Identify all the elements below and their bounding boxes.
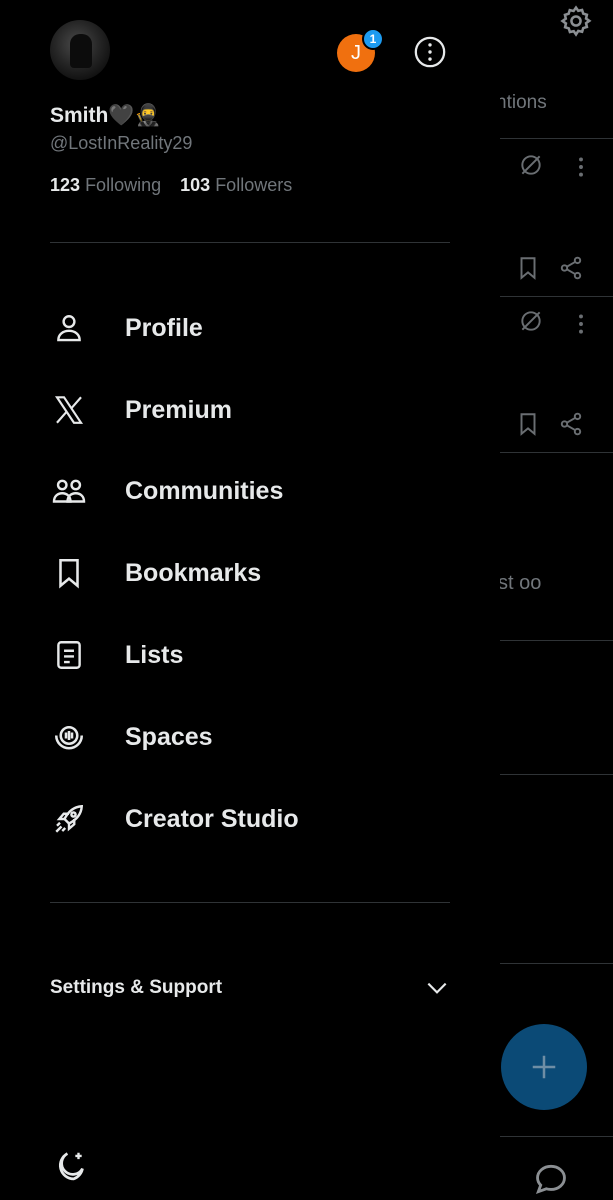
communities-icon — [50, 472, 88, 510]
following-count: 123 — [50, 175, 81, 195]
messages-icon[interactable] — [532, 1160, 570, 1198]
post-snippet: st oo — [498, 572, 542, 594]
menu-item-label: Profile — [125, 313, 203, 342]
profile-handle: @LostInReality29 — [50, 133, 193, 153]
hide-icon[interactable] — [518, 308, 544, 334]
menu-item-profile[interactable]: Profile — [50, 296, 470, 360]
follow-stats: 123 Following 103 Followers — [50, 175, 306, 196]
divider — [50, 242, 450, 243]
notification-badge: 1 — [362, 28, 384, 50]
divider — [500, 640, 613, 641]
menu-item-spaces[interactable]: Spaces — [50, 705, 470, 769]
dark-mode-icon[interactable] — [50, 1148, 88, 1186]
divider — [50, 902, 450, 903]
compose-button[interactable] — [501, 1024, 587, 1110]
settings-support-toggle[interactable]: Settings & Support — [50, 968, 450, 1008]
rocket-icon — [50, 800, 88, 838]
x-logo-icon — [50, 391, 88, 429]
divider — [500, 138, 613, 139]
profile-name[interactable]: Smith🖤🥷 — [50, 104, 161, 128]
menu-item-bookmarks[interactable]: Bookmarks — [50, 541, 470, 605]
menu-item-premium[interactable]: Premium — [50, 378, 470, 442]
followers-link[interactable]: 103 Followers — [180, 175, 306, 195]
person-icon — [50, 309, 88, 347]
more-vertical-icon[interactable] — [568, 311, 594, 337]
divider — [500, 1136, 613, 1137]
following-label: Following — [85, 175, 162, 195]
share-icon[interactable] — [558, 255, 584, 281]
divider — [500, 963, 613, 964]
account-initial: J — [351, 41, 361, 64]
avatar[interactable] — [50, 20, 110, 80]
more-vertical-icon[interactable] — [568, 154, 594, 180]
navigation-drawer: J 1 Smith🖤🥷 @LostInReality29 123 Followi… — [0, 0, 500, 1200]
bookmark-icon[interactable] — [515, 255, 541, 281]
divider — [500, 296, 613, 297]
bookmark-icon — [50, 554, 88, 592]
menu-item-lists[interactable]: Lists — [50, 623, 470, 687]
plus-icon — [532, 1055, 556, 1079]
menu-item-label: Creator Studio — [125, 804, 299, 833]
list-icon — [50, 636, 88, 674]
menu-item-label: Lists — [125, 640, 184, 669]
followers-count: 103 — [180, 175, 211, 195]
menu-item-label: Premium — [125, 395, 232, 424]
menu-item-communities[interactable]: Communities — [50, 459, 470, 523]
menu-item-label: Communities — [125, 476, 284, 505]
spaces-icon — [50, 718, 88, 756]
divider — [500, 452, 613, 453]
menu-item-label: Bookmarks — [125, 558, 262, 587]
following-link[interactable]: 123 Following — [50, 175, 180, 195]
bookmark-icon[interactable] — [515, 411, 541, 437]
gear-icon[interactable] — [559, 4, 593, 38]
menu-item-creator-studio[interactable]: Creator Studio — [50, 787, 470, 851]
menu-item-label: Spaces — [125, 722, 213, 751]
tab-mentions[interactable]: ntions — [496, 92, 547, 114]
more-options-icon[interactable] — [413, 35, 447, 69]
share-icon[interactable] — [558, 411, 584, 437]
divider — [500, 774, 613, 775]
hide-icon[interactable] — [518, 152, 544, 178]
settings-support-label: Settings & Support — [50, 977, 223, 998]
chevron-down-icon — [427, 982, 447, 994]
followers-label: Followers — [215, 175, 293, 195]
